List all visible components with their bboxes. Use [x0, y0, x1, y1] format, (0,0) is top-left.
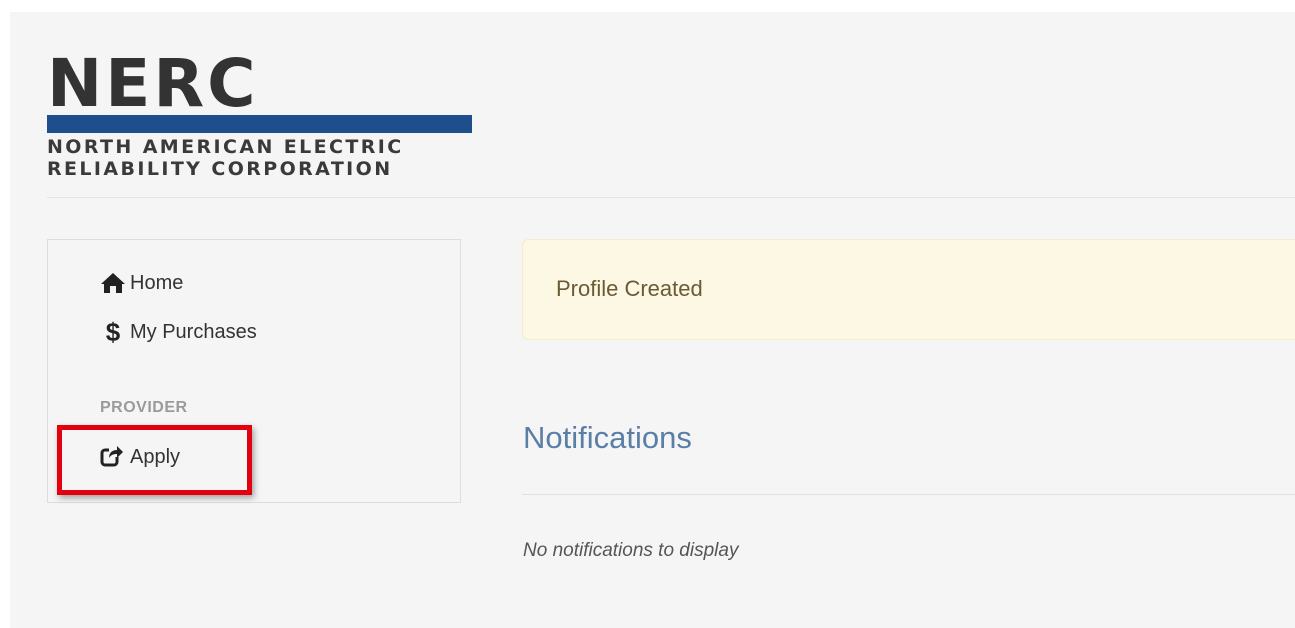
notifications-heading: Notifications: [523, 420, 692, 455]
home-icon: [100, 271, 126, 295]
dollar-icon: $: [105, 317, 121, 347]
nerc-logo[interactable]: NERC NORTH AMERICAN ELECTRIC RELIABILITY…: [47, 51, 472, 180]
sidebar-item-my-purchases[interactable]: $ My Purchases: [100, 317, 257, 347]
share-square-icon: [100, 445, 126, 469]
logo-tagline-line2: RELIABILITY CORPORATION: [47, 158, 393, 180]
logo-bar: [47, 115, 472, 133]
alert-text: Profile Created: [556, 276, 703, 301]
sidebar-item-label: Home: [130, 271, 184, 294]
logo-tagline-line1: NORTH AMERICAN ELECTRIC: [47, 136, 404, 158]
header-divider: [47, 197, 1295, 198]
sidebar-item-label: My Purchases: [130, 320, 257, 343]
section-label-provider: PROVIDER: [100, 399, 188, 416]
alert-profile-created: Profile Created: [522, 239, 1295, 340]
sidebar-item-home[interactable]: Home: [100, 271, 183, 295]
sidebar: Home $ My Purchases PROVIDER Apply: [47, 239, 461, 503]
sidebar-item-apply[interactable]: Apply: [100, 445, 180, 469]
sidebar-item-label: Apply: [130, 445, 181, 468]
notifications-divider: [522, 494, 1295, 495]
notifications-empty-message: No notifications to display: [523, 540, 739, 561]
logo-wordmark: NERC: [47, 45, 259, 122]
